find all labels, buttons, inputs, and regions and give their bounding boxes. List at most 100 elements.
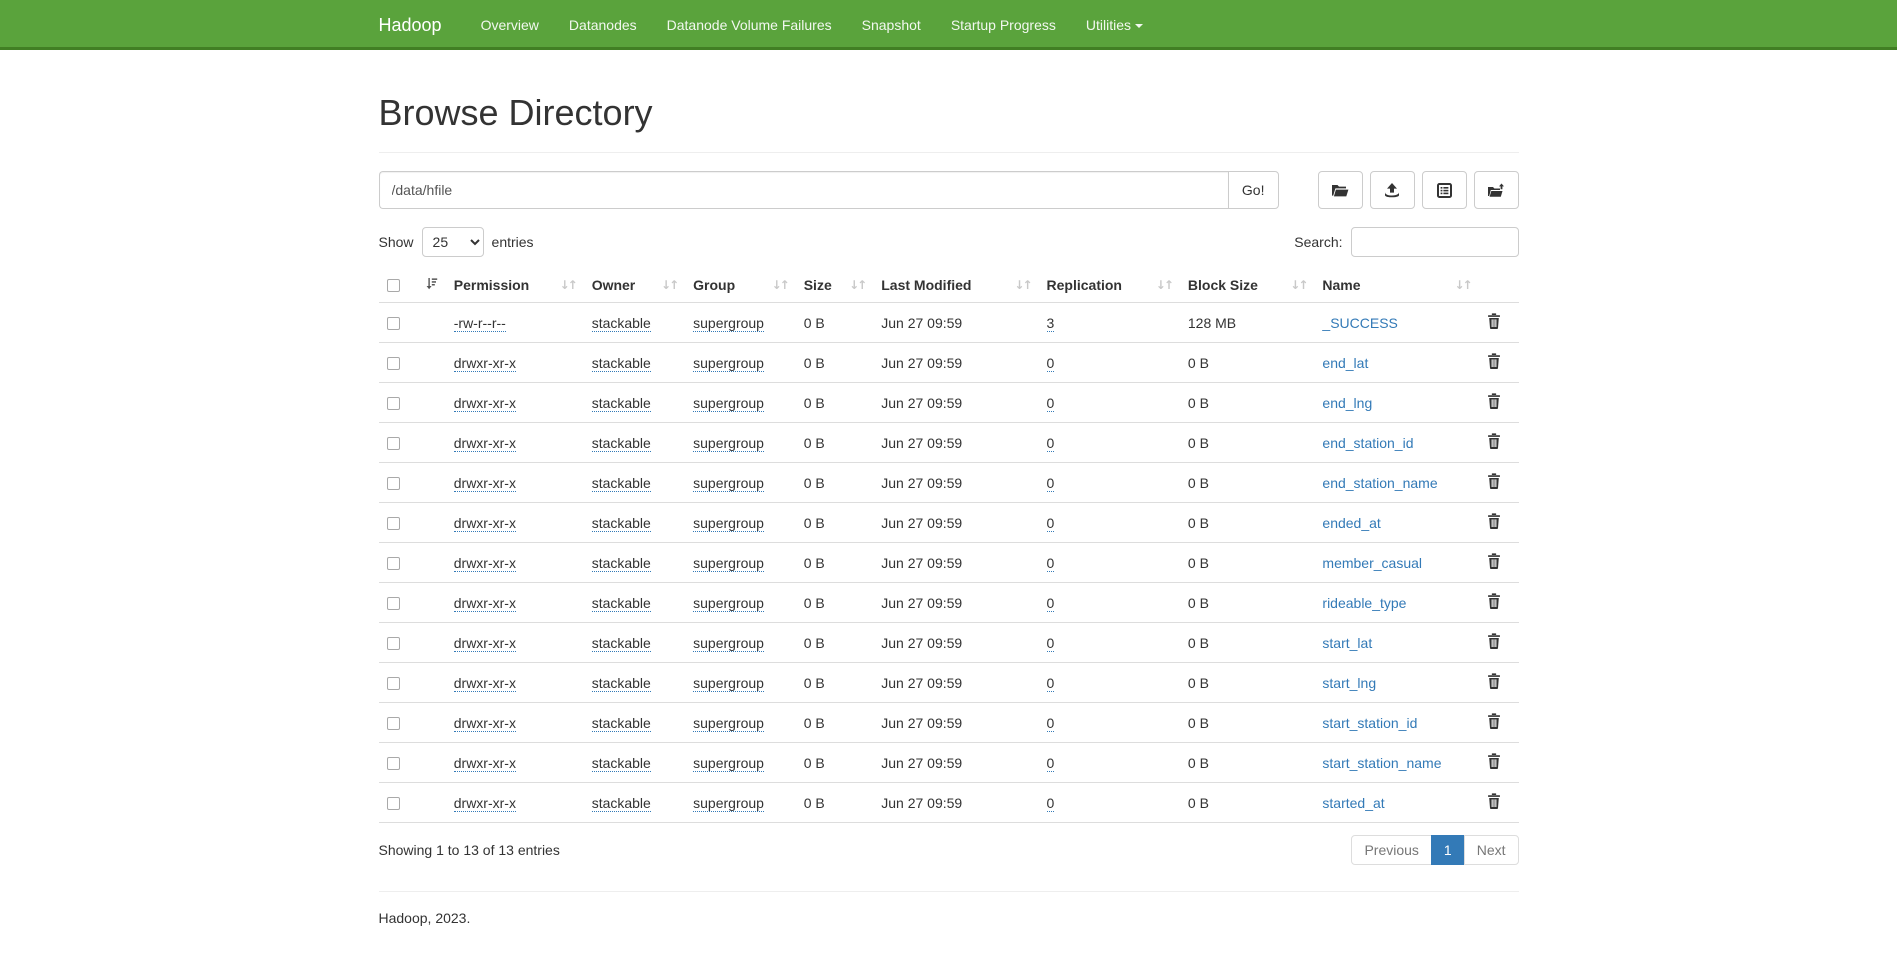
- column-header-owner[interactable]: Owner↓↑: [584, 267, 685, 303]
- page-size-select[interactable]: 25: [422, 227, 484, 257]
- replication-editable-value[interactable]: 0: [1047, 395, 1055, 412]
- file-name-link[interactable]: member_casual: [1322, 555, 1422, 571]
- navbar-brand[interactable]: Hadoop: [379, 0, 466, 50]
- directory-path-input[interactable]: [379, 171, 1228, 209]
- owner-editable-value[interactable]: stackable: [592, 595, 651, 612]
- replication-editable-value[interactable]: 0: [1047, 355, 1055, 372]
- file-name-link[interactable]: rideable_type: [1322, 595, 1406, 611]
- owner-editable-value[interactable]: stackable: [592, 555, 651, 572]
- owner-editable-value[interactable]: stackable: [592, 715, 651, 732]
- column-header-size[interactable]: Size↓↑: [796, 267, 874, 303]
- row-checkbox[interactable]: [387, 557, 400, 570]
- owner-editable-value[interactable]: stackable: [592, 435, 651, 452]
- file-name-link[interactable]: start_lng: [1322, 675, 1376, 691]
- permission-editable-value[interactable]: drwxr-xr-x: [454, 635, 516, 652]
- delete-button[interactable]: [1487, 793, 1501, 809]
- row-checkbox[interactable]: [387, 757, 400, 770]
- column-header-permission[interactable]: Permission↓↑: [446, 267, 584, 303]
- owner-editable-value[interactable]: stackable: [592, 635, 651, 652]
- replication-editable-value[interactable]: 0: [1047, 795, 1055, 812]
- navbar-link[interactable]: Snapshot: [847, 0, 936, 50]
- permission-editable-value[interactable]: drwxr-xr-x: [454, 715, 516, 732]
- group-editable-value[interactable]: supergroup: [693, 555, 764, 572]
- column-header-name[interactable]: Name↓↑: [1314, 267, 1478, 303]
- row-checkbox[interactable]: [387, 317, 400, 330]
- group-editable-value[interactable]: supergroup: [693, 675, 764, 692]
- replication-editable-value[interactable]: 0: [1047, 475, 1055, 492]
- group-editable-value[interactable]: supergroup: [693, 635, 764, 652]
- delete-button[interactable]: [1487, 473, 1501, 489]
- owner-editable-value[interactable]: stackable: [592, 395, 651, 412]
- group-editable-value[interactable]: supergroup: [693, 435, 764, 452]
- group-editable-value[interactable]: supergroup: [693, 755, 764, 772]
- delete-button[interactable]: [1487, 313, 1501, 329]
- pagination-next[interactable]: Next: [1465, 835, 1519, 865]
- file-name-link[interactable]: ended_at: [1322, 515, 1380, 531]
- move-button[interactable]: [1474, 171, 1519, 209]
- paste-button[interactable]: [1422, 171, 1467, 209]
- replication-editable-value[interactable]: 0: [1047, 635, 1055, 652]
- permission-editable-value[interactable]: drwxr-xr-x: [454, 515, 516, 532]
- navbar-link[interactable]: Overview: [466, 0, 554, 50]
- upload-files-button[interactable]: [1370, 171, 1415, 209]
- row-checkbox[interactable]: [387, 637, 400, 650]
- owner-editable-value[interactable]: stackable: [592, 355, 651, 372]
- row-checkbox[interactable]: [387, 477, 400, 490]
- owner-editable-value[interactable]: stackable: [592, 755, 651, 772]
- delete-button[interactable]: [1487, 633, 1501, 649]
- delete-button[interactable]: [1487, 673, 1501, 689]
- replication-editable-value[interactable]: 0: [1047, 675, 1055, 692]
- group-editable-value[interactable]: supergroup: [693, 475, 764, 492]
- current-page-link[interactable]: 1: [1431, 835, 1465, 865]
- group-editable-value[interactable]: supergroup: [693, 515, 764, 532]
- delete-button[interactable]: [1487, 393, 1501, 409]
- replication-editable-value[interactable]: 0: [1047, 555, 1055, 572]
- group-editable-value[interactable]: supergroup: [693, 715, 764, 732]
- file-name-link[interactable]: started_at: [1322, 795, 1384, 811]
- owner-editable-value[interactable]: stackable: [592, 515, 651, 532]
- navbar-link[interactable]: Startup Progress: [936, 0, 1071, 50]
- group-editable-value[interactable]: supergroup: [693, 315, 764, 332]
- replication-editable-value[interactable]: 0: [1047, 515, 1055, 532]
- owner-editable-value[interactable]: stackable: [592, 475, 651, 492]
- delete-button[interactable]: [1487, 593, 1501, 609]
- delete-button[interactable]: [1487, 353, 1501, 369]
- row-checkbox[interactable]: [387, 517, 400, 530]
- delete-button[interactable]: [1487, 513, 1501, 529]
- row-checkbox[interactable]: [387, 437, 400, 450]
- permission-editable-value[interactable]: drwxr-xr-x: [454, 555, 516, 572]
- file-name-link[interactable]: start_station_name: [1322, 755, 1441, 771]
- column-header-block-size[interactable]: Block Size↓↑: [1180, 267, 1315, 303]
- row-checkbox[interactable]: [387, 717, 400, 730]
- replication-editable-value[interactable]: 3: [1047, 315, 1055, 332]
- permission-editable-value[interactable]: drwxr-xr-x: [454, 475, 516, 492]
- permission-editable-value[interactable]: drwxr-xr-x: [454, 675, 516, 692]
- navbar-link[interactable]: Datanodes: [554, 0, 652, 50]
- file-name-link[interactable]: start_lat: [1322, 635, 1372, 651]
- replication-editable-value[interactable]: 0: [1047, 755, 1055, 772]
- go-button[interactable]: Go!: [1228, 171, 1279, 209]
- group-editable-value[interactable]: supergroup: [693, 355, 764, 372]
- navbar-link[interactable]: Utilities: [1071, 0, 1158, 50]
- navbar-link[interactable]: Datanode Volume Failures: [652, 0, 847, 50]
- group-editable-value[interactable]: supergroup: [693, 395, 764, 412]
- delete-button[interactable]: [1487, 713, 1501, 729]
- pagination-previous[interactable]: Previous: [1351, 835, 1431, 865]
- row-checkbox[interactable]: [387, 357, 400, 370]
- select-all-header[interactable]: [379, 267, 446, 303]
- column-header-replication[interactable]: Replication↓↑: [1039, 267, 1180, 303]
- file-name-link[interactable]: end_lng: [1322, 395, 1372, 411]
- permission-editable-value[interactable]: drwxr-xr-x: [454, 435, 516, 452]
- group-editable-value[interactable]: supergroup: [693, 595, 764, 612]
- create-directory-button[interactable]: [1318, 171, 1363, 209]
- permission-editable-value[interactable]: drwxr-xr-x: [454, 595, 516, 612]
- file-name-link[interactable]: end_lat: [1322, 355, 1368, 371]
- delete-button[interactable]: [1487, 433, 1501, 449]
- permission-editable-value[interactable]: drwxr-xr-x: [454, 355, 516, 372]
- file-name-link[interactable]: start_station_id: [1322, 715, 1417, 731]
- row-checkbox[interactable]: [387, 797, 400, 810]
- column-header-group[interactable]: Group↓↑: [685, 267, 796, 303]
- column-header-last-modified[interactable]: Last Modified↓↑: [873, 267, 1038, 303]
- previous-page-link[interactable]: Previous: [1351, 835, 1431, 865]
- delete-button[interactable]: [1487, 553, 1501, 569]
